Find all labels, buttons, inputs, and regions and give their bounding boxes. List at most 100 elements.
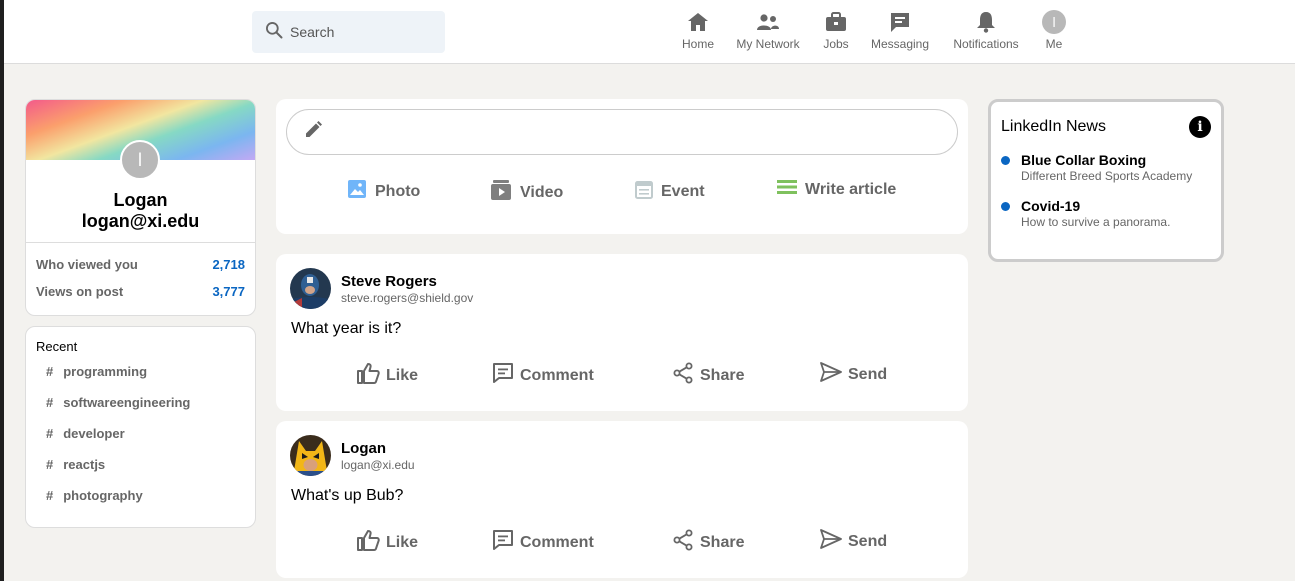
comment-button[interactable]: Comment bbox=[492, 529, 594, 556]
stat-who-viewed[interactable]: Who viewed you 2,718 bbox=[36, 257, 245, 272]
profile-email: logan@xi.edu bbox=[81, 211, 200, 231]
stat-label: Views on post bbox=[36, 284, 124, 299]
hashtag-icon: # bbox=[46, 364, 54, 379]
recent-tag-reactjs[interactable]: # reactjs bbox=[36, 457, 245, 488]
post-composer: Photo Video Event Write article bbox=[276, 99, 968, 234]
post-text: What year is it? bbox=[291, 320, 402, 337]
bullet-icon bbox=[1001, 156, 1010, 165]
profile-avatar[interactable]: l bbox=[120, 140, 160, 180]
share-label: Share bbox=[700, 533, 745, 551]
tag-label: programming bbox=[63, 364, 148, 379]
avatar[interactable] bbox=[290, 268, 331, 309]
hashtag-icon: # bbox=[46, 457, 54, 472]
share-label: Share bbox=[700, 366, 745, 384]
pencil-icon bbox=[303, 120, 323, 145]
search-input[interactable] bbox=[290, 24, 430, 40]
article-icon bbox=[777, 179, 805, 200]
recent-card: Recent # programming # softwareengineering… bbox=[25, 326, 256, 528]
post-header: Steve Rogers steve.rogers@shield.gov bbox=[290, 268, 473, 309]
send-icon bbox=[820, 529, 848, 554]
profile-stats: Who viewed you 2,718 Views on post 3,777 bbox=[26, 242, 255, 311]
video-button[interactable]: Video bbox=[490, 179, 563, 206]
nav-me-label: Me bbox=[1045, 37, 1063, 51]
send-button[interactable]: Send bbox=[820, 362, 887, 387]
comment-label: Comment bbox=[520, 366, 594, 384]
nav-messaging[interactable]: Messaging bbox=[855, 10, 945, 51]
recent-tag-photography[interactable]: # photography bbox=[36, 488, 245, 519]
news-headline: Covid-19 bbox=[1021, 198, 1081, 214]
news-item[interactable]: Covid-19 How to survive a panorama. bbox=[1001, 198, 1211, 230]
news-card: LinkedIn News i Blue Collar Boxing Diffe… bbox=[988, 99, 1224, 262]
post-author: Steve Rogers steve.rogers@shield.gov bbox=[341, 273, 473, 305]
top-navbar: Home My Network Jobs Messaging Notificat… bbox=[4, 0, 1295, 64]
recent-title: Recent bbox=[36, 339, 78, 354]
compose-actions: Photo Video Event Write article bbox=[276, 179, 968, 205]
hashtag-icon: # bbox=[46, 426, 54, 441]
me-avatar-wrap: l bbox=[1042, 10, 1066, 34]
nav-me[interactable]: l Me bbox=[1009, 10, 1099, 51]
recent-tag-developer[interactable]: # developer bbox=[36, 426, 245, 457]
feed-post: Steve Rogers steve.rogers@shield.gov Wha… bbox=[276, 254, 968, 411]
share-button[interactable]: Share bbox=[672, 529, 744, 556]
profile-name[interactable]: Logan bbox=[26, 190, 255, 211]
nav-home-label: Home bbox=[681, 37, 714, 51]
send-icon bbox=[820, 362, 848, 387]
post-author-email: steve.rogers@shield.gov bbox=[341, 290, 474, 305]
thumbs-up-icon bbox=[356, 362, 386, 389]
avatar: l bbox=[1042, 10, 1066, 34]
stat-views-on-post[interactable]: Views on post 3,777 bbox=[36, 284, 245, 299]
bell-icon bbox=[974, 10, 998, 34]
post-header: Logan logan@xi.edu bbox=[290, 435, 415, 476]
like-button[interactable]: Like bbox=[356, 529, 418, 556]
compose-input[interactable] bbox=[286, 109, 958, 155]
search-box[interactable] bbox=[252, 11, 445, 53]
photo-button[interactable]: Photo bbox=[347, 179, 420, 204]
network-icon bbox=[756, 10, 780, 34]
stat-label: Who viewed you bbox=[36, 257, 138, 272]
thumbs-up-icon bbox=[356, 529, 386, 556]
news-header: LinkedIn News i bbox=[1001, 116, 1211, 138]
tag-label: developer bbox=[63, 426, 125, 441]
feed-post: Logan logan@xi.edu What's up Bub? Like C… bbox=[276, 421, 968, 578]
stat-value: 2,718 bbox=[212, 257, 245, 272]
info-icon[interactable]: i bbox=[1189, 116, 1211, 138]
tag-label: reactjs bbox=[63, 457, 106, 472]
recent-tag-programming[interactable]: # programming bbox=[36, 364, 245, 395]
profile-card: l Logan logan@xi.edu Who viewed you 2,71… bbox=[25, 99, 256, 316]
share-button[interactable]: Share bbox=[672, 362, 744, 389]
post-author-email: logan@xi.edu bbox=[341, 457, 415, 472]
home-icon bbox=[686, 10, 710, 34]
send-button[interactable]: Send bbox=[820, 529, 887, 554]
post-text: What's up Bub? bbox=[291, 487, 404, 504]
tag-label: photography bbox=[63, 488, 143, 503]
comment-icon bbox=[492, 529, 520, 556]
avatar[interactable] bbox=[290, 435, 331, 476]
photo-icon bbox=[347, 179, 375, 204]
stat-value: 3,777 bbox=[212, 284, 245, 299]
nav-jobs-label: Jobs bbox=[823, 37, 849, 51]
write-article-button[interactable]: Write article bbox=[777, 179, 896, 200]
message-icon bbox=[888, 10, 912, 34]
video-label: Video bbox=[520, 183, 564, 201]
hashtag-icon: # bbox=[46, 395, 54, 410]
send-label: Send bbox=[848, 365, 888, 383]
bullet-icon bbox=[1001, 202, 1010, 211]
comment-button[interactable]: Comment bbox=[492, 362, 594, 389]
like-label: Like bbox=[386, 533, 419, 551]
news-subtitle: How to survive a panorama. bbox=[1021, 215, 1171, 229]
news-item[interactable]: Blue Collar Boxing Different Breed Sport… bbox=[1001, 152, 1211, 184]
hashtag-icon: # bbox=[46, 488, 54, 503]
post-author-name[interactable]: Steve Rogers bbox=[341, 273, 473, 291]
share-icon bbox=[672, 362, 700, 389]
event-button[interactable]: Event bbox=[635, 179, 705, 204]
event-label: Event bbox=[661, 182, 705, 200]
news-headline: Blue Collar Boxing bbox=[1021, 152, 1147, 168]
search-icon bbox=[264, 20, 284, 45]
tag-label: softwareengineering bbox=[63, 395, 191, 410]
post-author-name[interactable]: Logan bbox=[341, 440, 415, 458]
recent-tag-softwareengineering[interactable]: # softwareengineering bbox=[36, 395, 245, 426]
news-subtitle: Different Breed Sports Academy bbox=[1021, 169, 1193, 183]
window-edge bbox=[0, 0, 4, 581]
like-button[interactable]: Like bbox=[356, 362, 418, 389]
video-icon bbox=[490, 179, 520, 206]
